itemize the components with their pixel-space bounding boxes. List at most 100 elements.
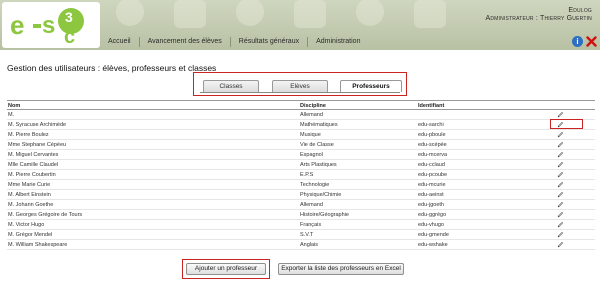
table-row: M. Grégor Mendel S.V.T edu-gmende [7, 230, 595, 240]
cell-discipline: Français [300, 222, 322, 228]
cell-nom: Mlle Camille Claudel [8, 162, 59, 168]
pencil-icon [557, 201, 564, 208]
edit-teacher-button[interactable] [557, 240, 571, 252]
cell-discipline: Vie de Classe [300, 142, 334, 148]
pencil-icon [557, 171, 564, 178]
app-name: Edulog [568, 7, 592, 14]
close-icon[interactable] [586, 36, 597, 47]
decorative-slash-icon [356, 0, 384, 26]
pencil-icon [557, 231, 564, 238]
cell-nom: M. Pierre Coubertin [8, 172, 56, 178]
pencil-icon [557, 241, 564, 248]
cell-identifiant: edu-scépée [418, 142, 447, 148]
logo-dash [33, 24, 41, 28]
cell-identifiant: edu-pcoube [418, 172, 448, 178]
table-row: Mme Marie Curie Technologie edu-mcurie [7, 180, 595, 190]
table-row: M. Albert Einstein Physique/Chimie edu-aei… [7, 190, 595, 200]
cell-discipline: Allemand [300, 202, 323, 208]
table-body: M. Allemand M. Syracuse Archimède Mathémati… [7, 110, 595, 250]
cell-discipline: Physique/Chimie [300, 192, 342, 198]
cell-identifiant: edu-wshake [418, 242, 448, 248]
cell-nom: Mme Marie Curie [8, 182, 51, 188]
cell-identifiant: edu-vhugo [418, 222, 444, 228]
table-header-row: Nom Discipline Identifiant [7, 100, 595, 110]
decorative-check-icon [174, 0, 206, 28]
info-icon[interactable]: i [572, 36, 583, 47]
add-teacher-button[interactable]: Ajouter un professeur [186, 263, 266, 275]
tabs-baseline [200, 92, 400, 93]
decorative-circle-icon [116, 0, 144, 26]
cell-identifiant: edu-cclaud [418, 162, 445, 168]
main-nav: Accueil Avancement des élèves Résultats … [100, 34, 600, 50]
pencil-icon [557, 131, 564, 138]
cell-discipline: Technologie [300, 182, 330, 188]
cell-nom: M. William Shakespeare [8, 242, 68, 248]
table-row: Mlle Camille Claudel Arts Plastiques edu-c… [7, 160, 595, 170]
cell-nom: M. Victor Hugo [8, 222, 45, 228]
cell-nom: M. Albert Einstein [8, 192, 51, 198]
export-excel-button[interactable]: Exporter la liste des professeurs en Exc… [278, 263, 404, 275]
logo-letter-e: e [10, 10, 25, 40]
pencil-icon [557, 151, 564, 158]
cell-identifiant: edu-aeinst [418, 192, 444, 198]
current-user: Administrateur : Thierry Guertin [485, 15, 592, 22]
cell-identifiant: edu-jgoeth [418, 202, 444, 208]
tab-professeurs[interactable]: Professeurs [340, 80, 402, 92]
cell-nom: M. Pierre Boulez [8, 132, 49, 138]
logo-digit-3: 3 [65, 9, 73, 25]
table-row: M. Pierre Coubertin E.P.S edu-pcoube [7, 170, 595, 180]
cell-discipline: S.V.T [300, 232, 314, 238]
cell-nom: M. Grégor Mendel [8, 232, 53, 238]
nav-item-avancement[interactable]: Avancement des élèves [140, 37, 231, 47]
table-row: Mme Stephane Cépéeu Vie de Classe edu-scép… [7, 140, 595, 150]
nav-item-resultats[interactable]: Résultats généraux [231, 37, 309, 47]
cell-discipline: Musique [300, 132, 321, 138]
app-header: e s 3 c Edulog Administrateur : Thierry … [0, 0, 600, 50]
table-row: M. Syracuse Archimède Mathématiques edu-sa… [7, 120, 595, 130]
cell-nom: M. Miguel Cervantes [8, 152, 59, 158]
table-row: M. Georges Grégoire de Tours Histoire/Géo… [7, 210, 595, 220]
pencil-icon [557, 181, 564, 188]
cell-discipline: Espagnol [300, 152, 323, 158]
pencil-icon [557, 211, 564, 218]
cell-identifiant: edu-sarchi [418, 122, 444, 128]
cell-nom: M. Johann Goethe [8, 202, 54, 208]
cell-identifiant: edu-mcerva [418, 152, 448, 158]
table-row: M. William Shakespeare Anglais edu-wshake [7, 240, 595, 250]
table-row: M. Miguel Cervantes Espagnol edu-mcerva [7, 150, 595, 160]
cell-discipline: Allemand [300, 112, 323, 118]
cell-discipline: Histoire/Géographie [300, 212, 349, 218]
table-row: M. Allemand [7, 110, 595, 120]
edit-highlight-frame [550, 119, 583, 129]
teachers-table: Nom Discipline Identifiant M. Allemand M. … [7, 100, 595, 250]
app-logo[interactable]: e s 3 c [2, 2, 100, 48]
pencil-icon [557, 141, 564, 148]
tab-classes[interactable]: Classes [203, 80, 259, 92]
decorative-at-icon [236, 0, 264, 26]
table-row: M. Victor Hugo Français edu-vhugo [7, 220, 595, 230]
table-row: M. Pierre Boulez Musique edu-pboule [7, 130, 595, 140]
cell-identifiant: edu-mcurie [418, 182, 446, 188]
cell-identifiant: edu-ggrégo [418, 212, 447, 218]
nav-item-administration[interactable]: Administration [308, 37, 368, 47]
pencil-icon [557, 161, 564, 168]
logo-letter-c: c [64, 26, 76, 48]
cell-nom: M. Georges Grégoire de Tours [8, 212, 83, 218]
table-row: M. Johann Goethe Allemand edu-jgoeth [7, 200, 595, 210]
decorative-shape-icon [294, 0, 326, 28]
cell-discipline: Arts Plastiques [300, 162, 337, 168]
cell-discipline: Anglais [300, 242, 319, 248]
nav-item-accueil[interactable]: Accueil [100, 37, 140, 47]
tab-eleves[interactable]: Elèves [272, 80, 328, 92]
cell-nom: M. Syracuse Archimède [8, 122, 67, 128]
cell-identifiant: edu-gmende [418, 232, 449, 238]
cell-identifiant: edu-pboule [418, 132, 446, 138]
pencil-icon [557, 111, 564, 118]
decorative-shape-icon [414, 0, 446, 28]
cell-nom: M. [8, 112, 15, 118]
logo-letter-s: s [42, 12, 56, 39]
pencil-icon [557, 221, 564, 228]
cell-nom: Mme Stephane Cépéeu [8, 142, 67, 148]
cell-discipline: Mathématiques [300, 122, 338, 128]
pencil-icon [557, 191, 564, 198]
